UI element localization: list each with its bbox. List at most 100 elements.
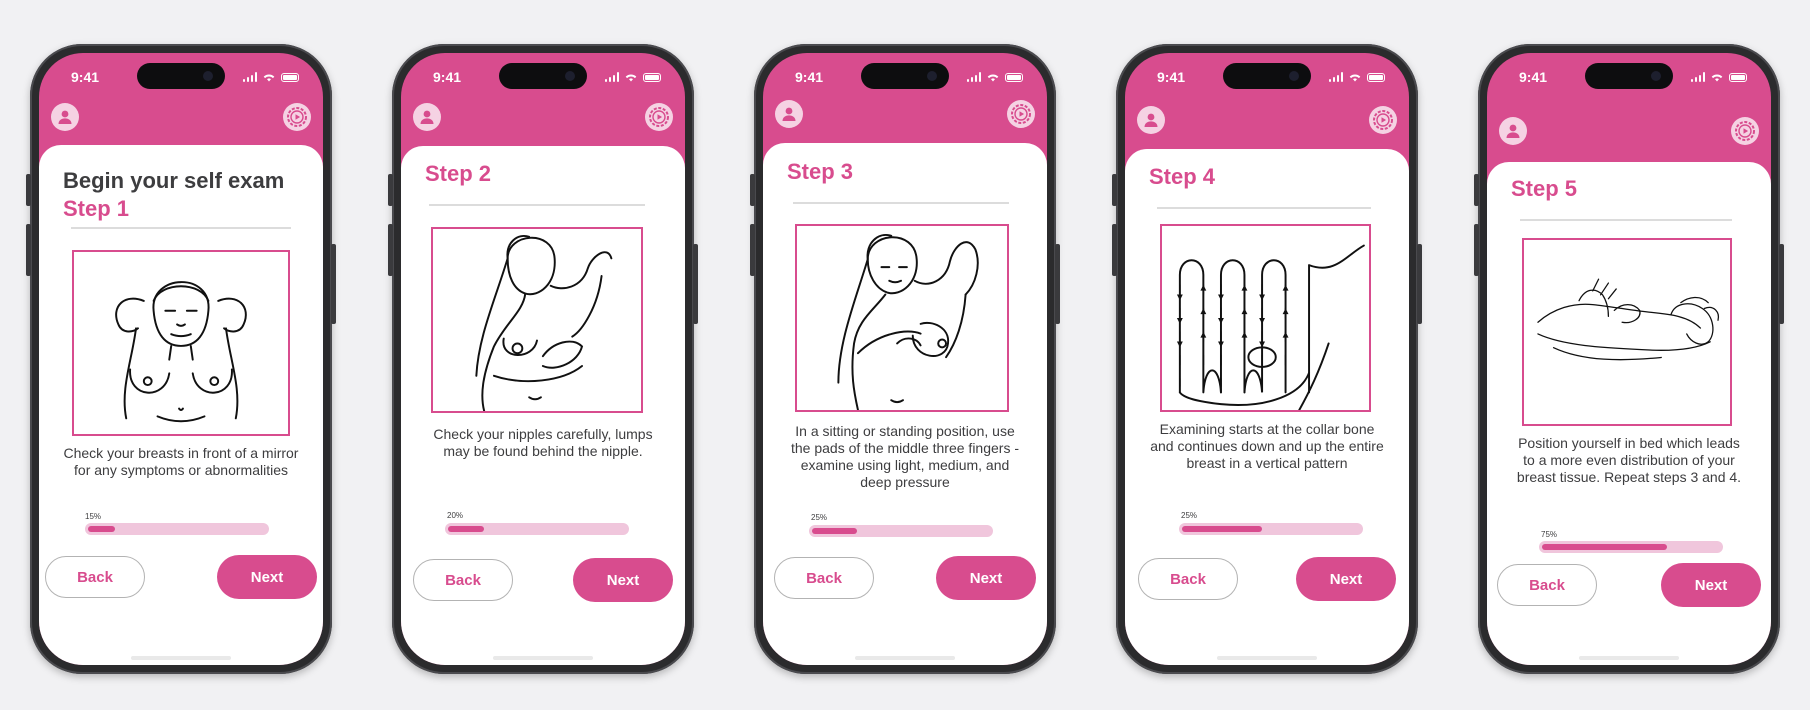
- step-description: Check your breasts in front of a mirror …: [63, 445, 299, 478]
- next-button[interactable]: Next: [1296, 557, 1396, 601]
- step-illustration: [431, 227, 643, 413]
- status-icons: [1690, 71, 1747, 83]
- status-time: 9:41: [1157, 69, 1186, 85]
- wifi-icon: [987, 74, 999, 82]
- step-illustration: [1160, 224, 1371, 412]
- next-button[interactable]: Next: [217, 555, 317, 599]
- step-description: In a sitting or standing position, use t…: [790, 423, 1020, 490]
- profile-icon[interactable]: [1499, 117, 1527, 145]
- wifi-icon: [263, 74, 275, 82]
- page-title: Begin your self exam Step 1: [63, 168, 285, 221]
- step-card: Step 2 Check your nipples carefully, lum…: [401, 146, 685, 665]
- dynamic-island: [499, 63, 587, 89]
- phone-step-2: 9:41 Step 2 Check your nipples carefully…: [388, 44, 698, 674]
- progress-label: 25%: [811, 513, 828, 522]
- step-illustration: [1522, 238, 1732, 426]
- next-button[interactable]: Next: [1661, 563, 1761, 607]
- app-screen: 9:41 Begin your self exam Step 1 Check y…: [39, 53, 323, 665]
- battery-icon: [281, 72, 299, 82]
- dynamic-island: [1585, 63, 1673, 89]
- profile-icon[interactable]: [413, 103, 441, 131]
- page-title: Step 5: [1511, 176, 1578, 201]
- divider: [71, 227, 291, 229]
- progress-fill: [88, 526, 115, 532]
- progress-bar: [445, 523, 629, 535]
- battery-icon: [1367, 72, 1385, 82]
- status-icons: [242, 71, 299, 83]
- battery-icon: [643, 72, 661, 82]
- signal-icon: [604, 72, 619, 82]
- progress-label: 75%: [1541, 530, 1558, 539]
- status-time: 9:41: [433, 69, 462, 85]
- back-button[interactable]: Back: [774, 557, 874, 599]
- progress-fill: [1182, 526, 1262, 532]
- phone-step-4: 9:41 Step 4 Examining starts at the coll…: [1112, 44, 1422, 674]
- step-illustration: [72, 250, 290, 436]
- dynamic-island: [1223, 63, 1311, 89]
- profile-icon[interactable]: [1137, 106, 1165, 134]
- phone-step-5: 9:41 Step 5 Position yourself in bed whi…: [1474, 44, 1784, 674]
- wifi-icon: [625, 74, 637, 82]
- app-screen: 9:41 Step 4 Examining starts at the coll…: [1125, 53, 1409, 665]
- back-button[interactable]: Back: [1497, 564, 1597, 606]
- step-card: Begin your self exam Step 1 Check your b…: [39, 145, 323, 665]
- divider: [1520, 219, 1732, 221]
- profile-icon[interactable]: [775, 100, 803, 128]
- status-time: 9:41: [71, 69, 100, 85]
- phone-step-3: 9:41 Step 3 In a sitting or standing pos…: [750, 44, 1060, 674]
- status-icons: [604, 71, 661, 83]
- progress-fill: [448, 526, 484, 532]
- progress-label: 20%: [447, 511, 464, 520]
- status-icons: [1328, 71, 1385, 83]
- divider: [793, 202, 1009, 204]
- step-card: Step 4 Examining starts at the collar bo…: [1125, 149, 1409, 665]
- wifi-icon: [1711, 74, 1723, 82]
- progress-bar: [85, 523, 269, 535]
- home-indicator: [131, 656, 231, 660]
- signal-icon: [1328, 72, 1343, 82]
- profile-icon[interactable]: [51, 103, 79, 131]
- home-indicator: [1579, 656, 1679, 660]
- app-screen: 9:41 Step 5 Position yourself in bed whi…: [1487, 53, 1771, 665]
- next-button[interactable]: Next: [936, 556, 1036, 600]
- signal-icon: [966, 72, 981, 82]
- status-icons: [966, 71, 1023, 83]
- step-card: Step 3 In a sitting or standing position…: [763, 143, 1047, 665]
- settings-icon[interactable]: [1731, 117, 1759, 145]
- settings-icon[interactable]: [1007, 100, 1035, 128]
- step-illustration: [795, 224, 1009, 412]
- home-indicator: [855, 656, 955, 660]
- progress-bar: [1539, 541, 1723, 553]
- progress-fill: [812, 528, 857, 534]
- settings-icon[interactable]: [283, 103, 311, 131]
- progress-label: 15%: [85, 512, 102, 521]
- status-time: 9:41: [795, 69, 824, 85]
- wifi-icon: [1349, 74, 1361, 82]
- page-title: Step 3: [787, 159, 854, 184]
- app-screen: 9:41 Step 2 Check your nipples carefully…: [401, 53, 685, 665]
- settings-icon[interactable]: [1369, 106, 1397, 134]
- signal-icon: [1690, 72, 1705, 82]
- step-description: Position yourself in bed which leads to …: [1516, 435, 1742, 485]
- back-button[interactable]: Back: [1138, 558, 1238, 600]
- divider: [429, 204, 645, 206]
- progress-label: 25%: [1181, 511, 1198, 520]
- home-indicator: [1217, 656, 1317, 660]
- signal-icon: [242, 72, 257, 82]
- page-title: Step 4: [1149, 164, 1216, 189]
- back-button[interactable]: Back: [413, 559, 513, 601]
- divider: [1157, 207, 1371, 209]
- step-description: Check your nipples carefully, lumps may …: [433, 426, 653, 459]
- settings-icon[interactable]: [645, 103, 673, 131]
- page-title: Step 2: [425, 161, 492, 186]
- dynamic-island: [137, 63, 225, 89]
- next-button[interactable]: Next: [573, 558, 673, 602]
- progress-fill: [1542, 544, 1667, 550]
- step-description: Examining starts at the collar bone and …: [1150, 421, 1384, 471]
- back-button[interactable]: Back: [45, 556, 145, 598]
- battery-icon: [1729, 72, 1747, 82]
- step-card: Step 5 Position yourself in bed which le…: [1487, 162, 1771, 665]
- status-time: 9:41: [1519, 69, 1548, 85]
- dynamic-island: [861, 63, 949, 89]
- home-indicator: [493, 656, 593, 660]
